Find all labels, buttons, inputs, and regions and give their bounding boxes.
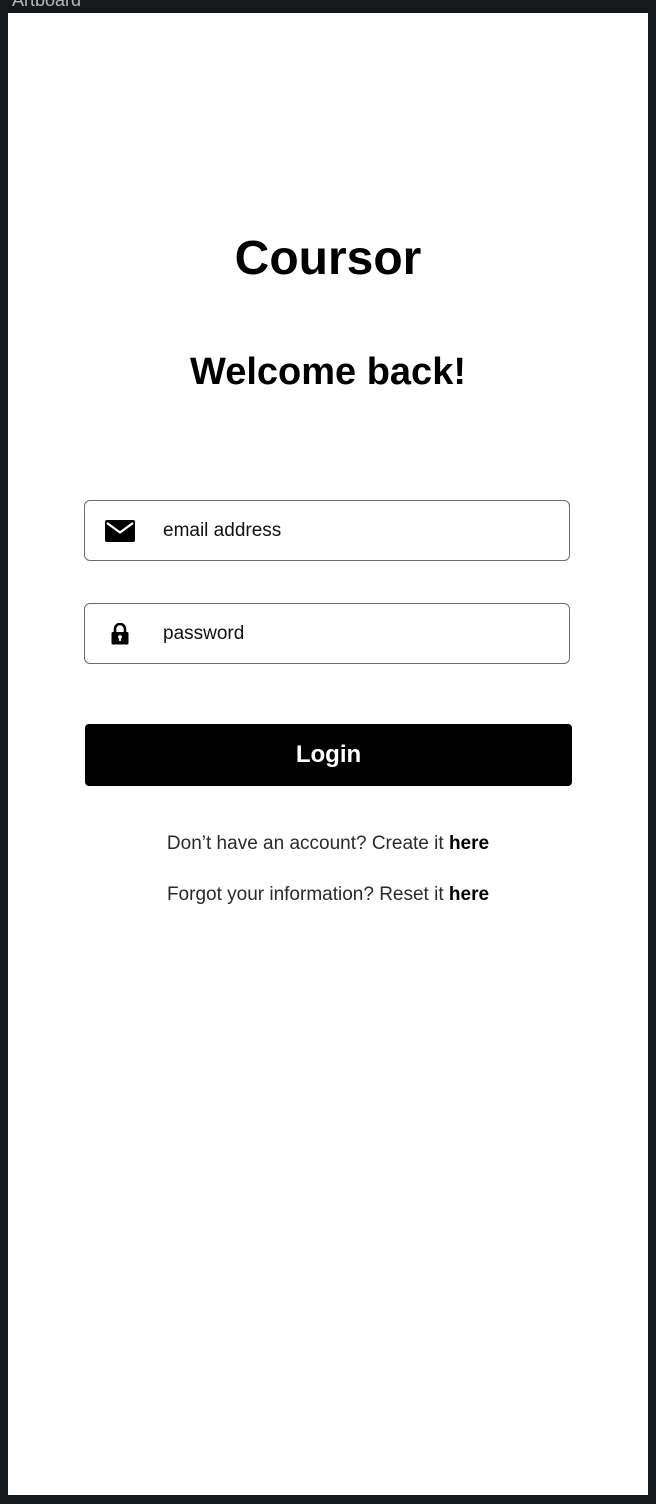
email-input[interactable] <box>163 501 553 560</box>
lock-icon <box>104 618 136 650</box>
reset-info-text: Forgot your information? Reset it <box>166 884 449 905</box>
create-account-prompt: Don’t have an account? Create it here <box>8 832 648 856</box>
login-button[interactable]: Login <box>85 724 572 786</box>
create-account-link[interactable]: here <box>449 833 489 854</box>
email-field[interactable] <box>84 500 570 561</box>
welcome-heading: Welcome back! <box>190 351 466 393</box>
reset-info-link[interactable]: here <box>449 884 489 905</box>
login-screen: Coursor Welcome back! Login Don’t have a… <box>8 13 648 1495</box>
password-input[interactable] <box>163 604 553 663</box>
reset-info-prompt: Forgot your information? Reset it here <box>8 883 648 907</box>
create-account-text: Don’t have an account? Create it <box>166 833 449 854</box>
artboard-label: Artboard <box>12 0 82 10</box>
envelope-icon <box>104 515 136 547</box>
app-title: Coursor <box>234 232 422 285</box>
password-field[interactable] <box>84 603 570 664</box>
